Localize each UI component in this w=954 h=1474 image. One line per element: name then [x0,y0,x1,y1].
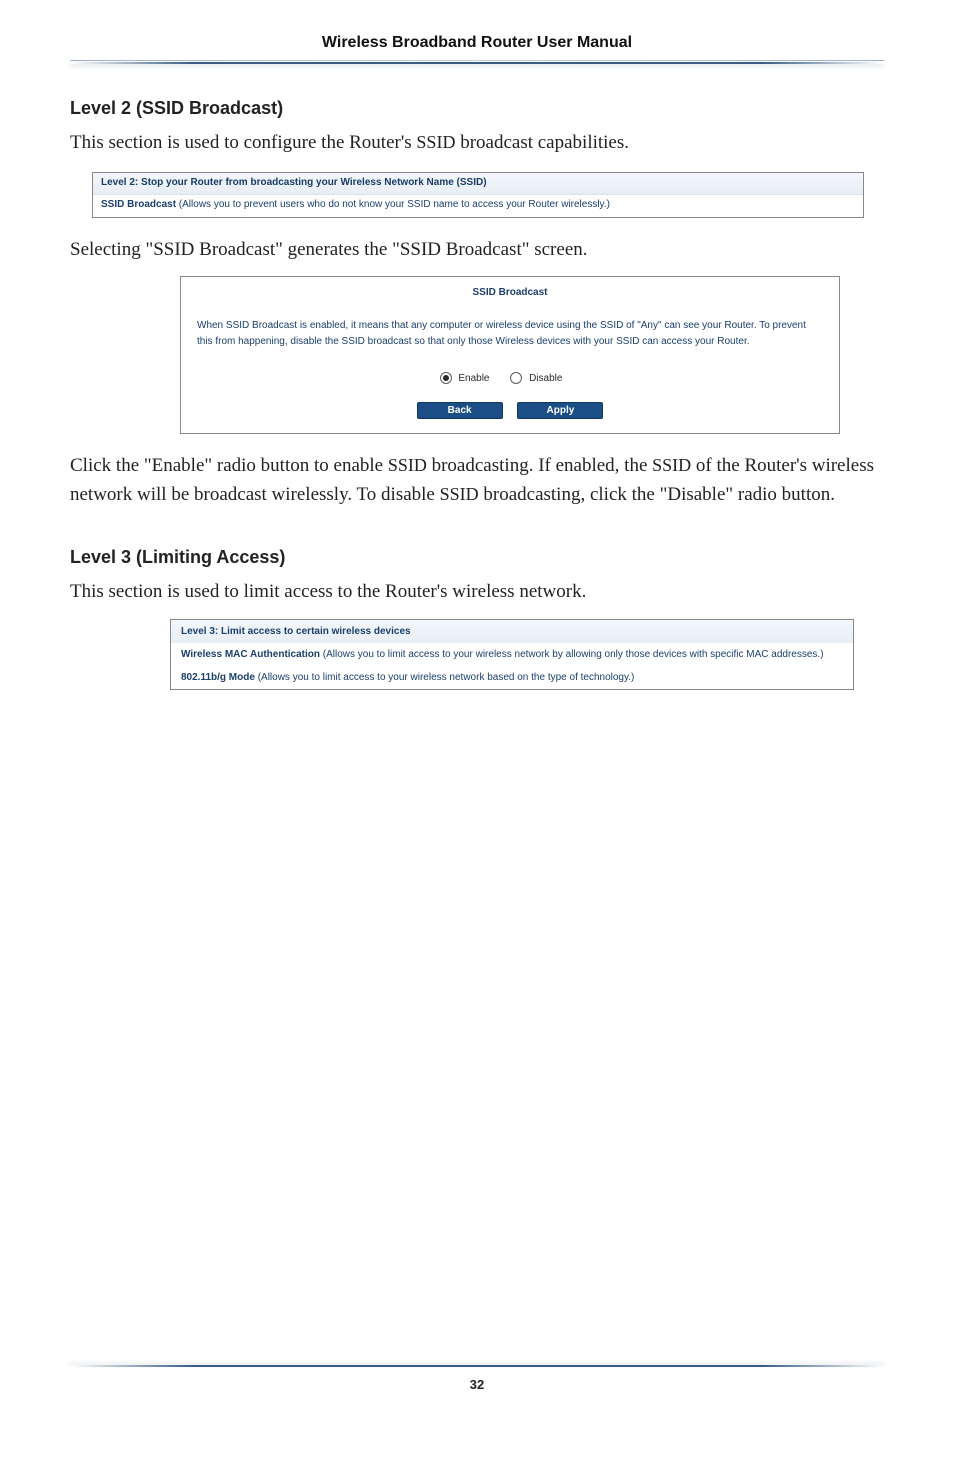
level2-after-fig1: Selecting "SSID Broadcast" generates the… [70,236,884,265]
section-level3: Level 3 (Limiting Access) This section i… [70,547,884,690]
level2-intro-suffix: broadcast capabilities. [455,132,629,153]
l2p-4: broadcasting, click the "Disable" radio … [479,484,835,505]
figure-ssid-broadcast: SSID Broadcast When SSID Broadcast is en… [180,276,840,434]
level3-row-mac-bold: Wireless MAC Authentication [181,649,320,660]
figure-level3: Level 3: Limit access to certain wireles… [170,619,854,690]
level3-heading: Level 3 (Limiting Access) [70,547,884,568]
level3-row-mac-rest: (Allows you to limit access to your wire… [320,649,824,660]
figure-level2-desc-bold: SSID Broadcast [101,199,176,210]
radio-disable-label: Disable [529,373,562,384]
level3-row-mode-bold: 802.11b/g Mode [181,672,255,683]
ssid-dialog-buttons: Back Apply [181,402,839,433]
apply-button[interactable]: Apply [517,402,603,419]
l2p-ssid2: SSID [652,455,691,475]
figure-level2-banner: Level 2: Stop your Router from broadcast… [92,172,864,218]
radio-disable-dot[interactable] [510,372,522,384]
radio-enable-label: Enable [458,373,489,384]
page-header-title: Wireless Broadband Router User Manual [70,30,884,52]
figure-level2-desc-row: SSID Broadcast (Allows you to prevent us… [93,195,863,217]
page-number: 32 [0,1377,954,1392]
level3-row-header: Level 3: Limit access to certain wireles… [171,620,853,643]
l2p-2: broadcasting. If enabled, the [427,455,652,476]
section-level2: Level 2 (SSID Broadcast) This section is… [70,98,884,509]
level2-after-dialog: Click the "Enable" radio button to enabl… [70,452,884,509]
header-divider [70,60,884,64]
level2-heading: Level 2 (SSID Broadcast) [70,98,884,119]
level3-intro: This section is used to limit access to … [70,578,884,607]
ssid-radio-group: Enable Disable [181,354,839,402]
level2-intro-prefix: This section is used to configure the Ro… [70,132,416,153]
level2-intro: This section is used to configure the Ro… [70,129,884,158]
l2p-ssid1: SSID [388,455,427,475]
footer-divider [70,1365,884,1369]
level3-row-mode: 802.11b/g Mode (Allows you to limit acce… [171,666,853,689]
l2p-1: Click the "Enable" radio button to enabl… [70,455,388,476]
ssid-dialog-body: When SSID Broadcast is enabled, it means… [181,318,839,354]
level3-row-mode-rest: (Allows you to limit access to your wire… [255,672,634,683]
figure-level2-desc-rest: (Allows you to prevent users who do not … [176,199,610,210]
ssid-dialog-title: SSID Broadcast [181,277,839,318]
level3-row-mac: Wireless MAC Authentication (Allows you … [171,643,853,666]
figure-level2-title-row: Level 2: Stop your Router from broadcast… [93,173,863,196]
level2-intro-ssid: SSID [416,132,455,152]
l2p-ssid3: SSID [440,484,479,504]
page-footer: 32 [0,1365,954,1392]
back-button[interactable]: Back [417,402,503,419]
radio-enable-dot[interactable] [440,372,452,384]
